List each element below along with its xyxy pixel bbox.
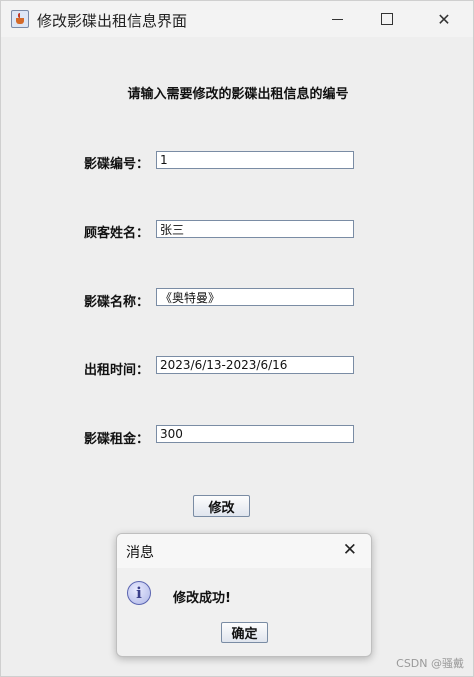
modify-button[interactable]: 修改 [193,495,250,517]
minimize-icon [331,18,343,20]
close-icon: ✕ [342,540,357,560]
dialog-title: 消息 [126,545,154,561]
maximize-button[interactable] [364,1,410,37]
minimize-button[interactable] [314,1,360,37]
info-icon: i [127,581,151,605]
dialog-message: 修改成功! [173,591,231,606]
customer-name-input[interactable] [156,220,354,238]
customer-name-label: 顾客姓名： [83,226,149,241]
java-app-icon [11,10,29,28]
rental-period-label: 出租时间： [83,363,149,378]
message-dialog: 消息 ✕ i 修改成功! 确定 [116,533,372,657]
window-title: 修改影碟出租信息界面 [37,12,188,30]
rental-fee-input[interactable] [156,425,354,443]
disc-name-input[interactable] [156,288,354,306]
maximize-icon [381,13,393,25]
watermark: CSDN @骚戴 [396,657,464,670]
dialog-close-button[interactable]: ✕ [343,540,357,560]
rental-period-input[interactable] [156,356,354,374]
close-icon: ✕ [437,9,451,29]
form-header: 请输入需要修改的影碟出租信息的编号 [127,87,349,102]
dialog-title-bar[interactable]: 消息 ✕ [117,534,371,568]
disc-name-label: 影碟名称： [83,295,149,310]
title-bar[interactable]: 修改影碟出租信息界面 ✕ [1,1,473,37]
disc-id-input[interactable] [156,151,354,169]
disc-id-label: 影碟编号： [83,157,149,172]
rental-fee-label: 影碟租金： [83,432,149,447]
ok-button[interactable]: 确定 [221,622,268,643]
close-button[interactable]: ✕ [421,1,467,37]
